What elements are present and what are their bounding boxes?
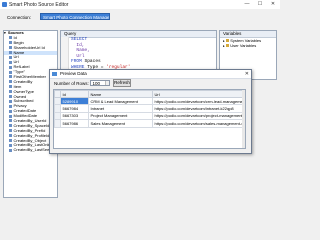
preview-grid: Id Name Url 5289910 CRM & Lead Management… (53, 89, 246, 149)
query-editor[interactable]: SELECT Id, Name, Url FROM Spaces WHERE Typ… (69, 37, 216, 70)
field-icon (9, 36, 12, 40)
field-icon (9, 41, 12, 45)
close-button[interactable]: ✕ (267, 1, 279, 8)
folder-icon (225, 44, 229, 48)
field-icon (9, 80, 12, 84)
rows-label: Number of Rows: (54, 81, 89, 86)
sql-text: Url (71, 53, 85, 59)
field-icon (9, 99, 12, 103)
source-editor-window: Smart Photo Source Editor — ☐ ✕ Connecti… (0, 0, 280, 200)
col-header-id[interactable]: Id (60, 90, 89, 98)
field-icon (9, 114, 12, 118)
field-icon (9, 129, 12, 133)
maximize-button[interactable]: ☐ (254, 1, 266, 8)
field-icon (9, 119, 12, 123)
expand-icon[interactable]: ▸ (223, 39, 225, 43)
rows-count-input[interactable]: 100 (90, 79, 110, 86)
col-header-url[interactable]: Url (152, 90, 245, 98)
window-title: Smart Photo Source Editor (9, 1, 69, 8)
sql-keyword: FROM (71, 59, 82, 64)
grid-header-row: Id Name Url (54, 90, 245, 98)
preview-title: Preview Data (60, 71, 87, 76)
cell-id[interactable]: 5289910 (60, 96, 89, 106)
field-icon (9, 85, 12, 89)
cell-id[interactable]: 5667303 (60, 111, 89, 121)
cell-url[interactable]: https://podio.com/devartcom/intranet-k22… (152, 104, 245, 113)
field-icon (9, 60, 12, 64)
variables-header: Variables (220, 31, 276, 38)
preview-data-dialog: Preview Data ✕ Number of Rows: 100 Refre… (49, 69, 252, 154)
table-row[interactable]: 5667984 Intranet https://podio.com/devartc… (54, 104, 245, 113)
rows-count-value: 100 (92, 80, 101, 86)
field-icon (9, 95, 12, 99)
variable-group-label: User Variables (230, 42, 257, 48)
variable-group[interactable]: ▸ User Variables (220, 42, 276, 49)
connection-label: Connection: (7, 15, 32, 20)
field-icon (9, 139, 12, 143)
field-icon (9, 46, 12, 50)
col-header-name[interactable]: Name (88, 90, 153, 98)
preview-icon (52, 72, 57, 76)
field-icon (9, 55, 12, 59)
field-icon (9, 90, 12, 94)
field-icon (9, 143, 12, 147)
field-icon (9, 65, 12, 69)
cell-url[interactable]: https://podio.com/devartcom/sales-manage… (152, 119, 245, 128)
table-row[interactable]: 5667303 Project Management https://podio.c… (54, 111, 245, 121)
app-icon (2, 2, 7, 7)
folder-icon (225, 39, 229, 43)
cell-id[interactable]: 5667986 (60, 119, 89, 128)
preview-title-bar: Preview Data ✕ (50, 70, 251, 79)
cell-name[interactable]: Sales Management (88, 119, 153, 128)
field-icon (9, 75, 12, 79)
table-row[interactable]: 5667986 Sales Management https://podio.com… (54, 119, 245, 128)
variables-list: ▸ System Variables ▸ User Variables (220, 38, 276, 49)
cell-name[interactable]: Intranet (88, 104, 153, 113)
field-icon (9, 109, 12, 113)
sql-text: Name, (71, 48, 90, 53)
field-icon (9, 51, 12, 54)
sql-text: Spaces (81, 59, 101, 64)
cell-name[interactable]: Project Management (88, 111, 153, 121)
field-icon (9, 124, 12, 128)
field-icon (9, 148, 12, 152)
refresh-button[interactable]: Refresh (113, 79, 131, 87)
sql-text: Id, (71, 42, 85, 48)
field-icon (9, 134, 12, 138)
cell-url[interactable]: https://podio.com/devartcom/project-mana… (152, 111, 245, 121)
field-icon (9, 104, 12, 108)
field-icon (9, 70, 12, 74)
expand-icon[interactable]: ▸ (223, 44, 225, 48)
minimize-button[interactable]: — (241, 1, 253, 8)
cell-name[interactable]: CRM & Lead Management (88, 96, 153, 106)
preview-close-icon[interactable]: ✕ (245, 70, 249, 78)
preview-table: Id Name Url 5289910 CRM & Lead Management… (54, 90, 245, 128)
table-row[interactable]: 5289910 CRM & Lead Management https://podi… (54, 96, 245, 106)
cell-id[interactable]: 5667984 (60, 104, 89, 113)
connection-select[interactable]: Smart Photo Connection Manager (40, 13, 110, 20)
grid-scrollbar[interactable] (242, 90, 245, 148)
rows-spin-icon[interactable] (105, 80, 109, 85)
cell-url[interactable]: https://podio.com/devartcom/crm-lead-man… (152, 96, 245, 106)
sql-keyword: SELECT (71, 37, 88, 42)
collapse-icon: ▾ (4, 31, 6, 35)
title-bar: Smart Photo Source Editor — ☐ ✕ (0, 0, 280, 9)
